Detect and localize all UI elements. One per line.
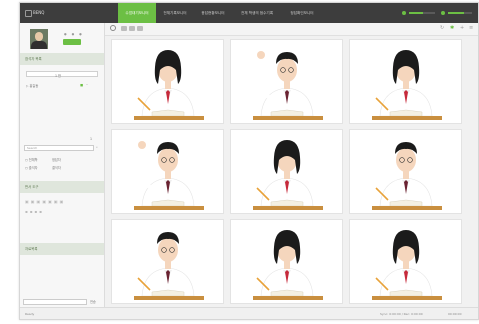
student-video-frame	[231, 220, 342, 303]
status-bar: Ready Sync: 0:00:00 / Rec: 0:00:00 00:00…	[20, 307, 478, 319]
pin-icon[interactable]: ✱	[450, 25, 454, 31]
section-participants: 참석자 목록	[20, 53, 104, 65]
camera-button[interactable]	[63, 39, 81, 45]
student-video-frame	[112, 40, 223, 123]
student-video-tile[interactable]	[349, 129, 462, 214]
send-button[interactable]: 전송	[90, 299, 96, 304]
brightness-icon	[441, 11, 445, 15]
student-video-tile[interactable]	[349, 219, 462, 304]
add-icon[interactable]: +	[460, 25, 464, 31]
section-pen-tools: 판서 도구	[20, 181, 104, 193]
class-select-value: 1 반	[55, 73, 61, 78]
filter-absent-label: 결석자	[52, 166, 61, 170]
message-input[interactable]	[23, 299, 87, 305]
filter-all-label: 전체학	[28, 158, 38, 162]
student-video-tile[interactable]	[111, 219, 224, 304]
page-count: 1	[90, 137, 93, 141]
student-video-frame	[350, 130, 461, 213]
pen-tool-icons[interactable]: ▣▣▣▣▣▣▣	[25, 199, 65, 204]
tab-class-monitor[interactable]: 수업대기모니터	[118, 3, 156, 23]
volume-slider[interactable]	[409, 12, 435, 14]
student-video-tile[interactable]	[111, 129, 224, 214]
tab-score-record[interactable]: 전체 학생의 점수기록	[232, 3, 282, 23]
app-logo-text: BENQ	[33, 10, 45, 15]
teacher-avatar	[30, 29, 48, 49]
student-video-tile[interactable]	[111, 39, 224, 124]
filter-present-label: 출석자	[28, 166, 38, 170]
student-video-frame	[231, 130, 342, 213]
layout-icon-3[interactable]	[137, 26, 143, 31]
student-video-frame	[112, 220, 223, 303]
student-video-tile[interactable]	[230, 219, 343, 304]
camera-status-dots: ● ● ●	[64, 32, 84, 36]
student-video-tile[interactable]	[230, 129, 343, 214]
layout-icon-2[interactable]	[129, 26, 135, 31]
class-select[interactable]: 1 반	[26, 71, 98, 78]
app-logo-icon	[25, 10, 32, 17]
section-materials: 자료목록	[20, 243, 104, 255]
student-video-frame	[231, 40, 342, 123]
tab-answer-monitor[interactable]: 정답확인모니터	[282, 3, 322, 23]
search-label: Search	[27, 146, 38, 150]
search-icon[interactable]: ⌕	[96, 145, 98, 149]
filter-correct[interactable]: 정답자	[52, 157, 61, 162]
student-status-dots: ··	[86, 83, 89, 87]
tab-response-monitor[interactable]: 응답현황모니터	[194, 3, 232, 23]
student-video-tile[interactable]	[230, 39, 343, 124]
search-input[interactable]: Search	[24, 145, 94, 151]
tab-record-monitor[interactable]: 전체기록모니터	[156, 3, 194, 23]
status-sync: Sync: 0:00:00 / Rec: 0:00:00	[380, 312, 423, 316]
filter-absent[interactable]: 결석자	[52, 165, 61, 170]
refresh-icon[interactable]: ↻	[440, 25, 444, 31]
student-name: 홍길동	[29, 84, 39, 88]
monitor-toolbar: ↻ ✱ + ≡	[105, 23, 478, 36]
menu-icon[interactable]: ≡	[469, 25, 473, 31]
pen-color-icons[interactable]: ▪▪▪▪	[25, 209, 44, 214]
student-status-icon: ■	[80, 83, 84, 87]
student-item[interactable]: ▷ 홍길동	[26, 83, 38, 88]
volume-icon	[402, 11, 406, 15]
sidebar: ● ● ● 참석자 목록 1 반 ▷ 홍길동 ■ ·· 1 Search ⌕ ○…	[20, 23, 105, 307]
student-video-frame	[112, 130, 223, 213]
student-video-frame	[350, 40, 461, 123]
layout-icon-1[interactable]	[121, 26, 127, 31]
app-window: BENQ 수업대기모니터 전체기록모니터 응답현황모니터 전체 학생의 점수기록…	[19, 2, 479, 320]
brightness-slider[interactable]	[448, 12, 472, 14]
filter-correct-label: 정답자	[52, 158, 61, 162]
status-time: 00:00:00	[448, 312, 462, 316]
student-video-tile[interactable]	[349, 39, 462, 124]
student-video-frame	[350, 220, 461, 303]
settings-icon[interactable]	[110, 25, 116, 31]
filter-all[interactable]: ○ 전체학	[25, 157, 38, 162]
status-left: Ready	[25, 312, 35, 316]
filter-present[interactable]: ○ 출석자	[25, 165, 38, 170]
main-content: ↻ ✱ + ≡	[105, 23, 478, 307]
top-navigation-bar: BENQ 수업대기모니터 전체기록모니터 응답현황모니터 전체 학생의 점수기록…	[20, 3, 478, 23]
